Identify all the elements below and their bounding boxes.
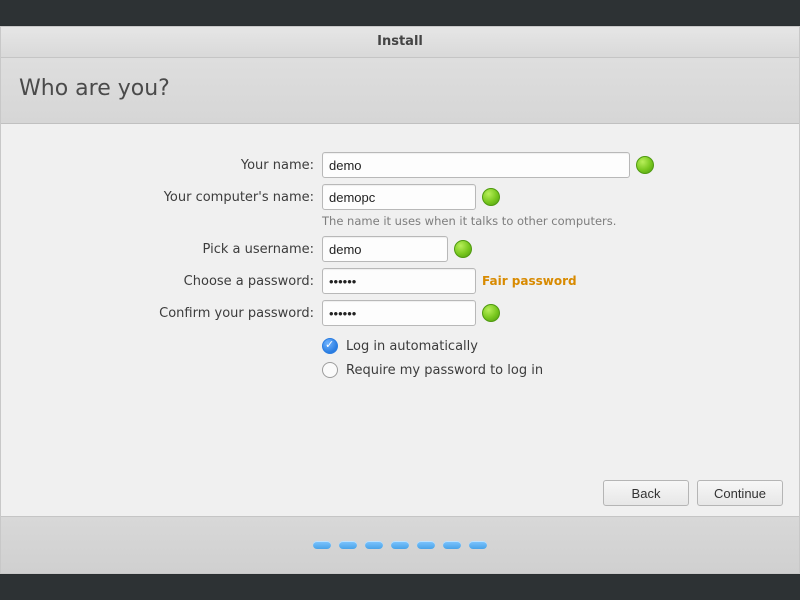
check-icon <box>636 156 654 174</box>
username-input[interactable] <box>322 236 448 262</box>
progress-dot <box>443 541 461 549</box>
check-icon <box>482 188 500 206</box>
progress-dot <box>339 541 357 549</box>
name-input[interactable] <box>322 152 630 178</box>
radio-unchecked-icon <box>322 362 338 378</box>
progress-dot <box>469 541 487 549</box>
check-icon <box>454 240 472 258</box>
login-password-option[interactable]: Require my password to log in <box>322 360 543 380</box>
nav-buttons: Back Continue <box>603 480 783 506</box>
username-label: Pick a username: <box>1 242 316 257</box>
page-title: Who are you? <box>19 76 781 101</box>
password-input[interactable] <box>322 268 476 294</box>
form-area: Your name: Your computer's name: The nam… <box>1 124 799 516</box>
continue-button[interactable]: Continue <box>697 480 783 506</box>
check-icon <box>482 304 500 322</box>
password-label: Choose a password: <box>1 274 316 289</box>
name-label: Your name: <box>1 158 316 173</box>
progress-dot <box>365 541 383 549</box>
installer-window: Install Who are you? Your name: Your com… <box>0 26 800 574</box>
window-title: Install <box>1 27 799 58</box>
hostname-label: Your computer's name: <box>1 190 316 205</box>
back-button[interactable]: Back <box>603 480 689 506</box>
login-password-label: Require my password to log in <box>346 363 543 378</box>
progress-dot <box>417 541 435 549</box>
progress-dot <box>391 541 409 549</box>
confirm-password-label: Confirm your password: <box>1 306 316 321</box>
hostname-hint: The name it uses when it talks to other … <box>322 214 799 228</box>
confirm-password-input[interactable] <box>322 300 476 326</box>
login-auto-label: Log in automatically <box>346 339 478 354</box>
hostname-input[interactable] <box>322 184 476 210</box>
login-auto-option[interactable]: Log in automatically <box>322 336 478 356</box>
progress-dot <box>313 541 331 549</box>
radio-checked-icon <box>322 338 338 354</box>
page-header: Who are you? <box>1 58 799 124</box>
password-strength: Fair password <box>482 274 577 288</box>
progress-bar <box>1 516 799 573</box>
